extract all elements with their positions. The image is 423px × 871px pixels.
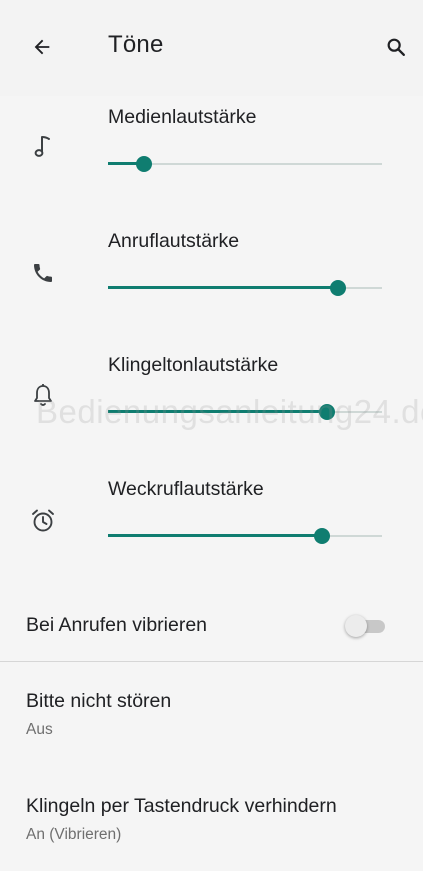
volume-label-call: Anruflautstärke (108, 230, 240, 252)
volume-row-alarm: Weckruflautstärke (0, 472, 423, 582)
do-not-disturb-status: Aus (26, 721, 53, 738)
back-button[interactable] (22, 30, 62, 64)
alarm-volume-slider[interactable] (108, 524, 382, 548)
do-not-disturb-title: Bitte nicht stören (26, 690, 172, 712)
prevent-ringing-title: Klingeln per Tastendruck verhindern (26, 795, 337, 817)
slider-fill (108, 410, 328, 413)
volume-label-alarm: Weckruflautstärke (108, 478, 264, 500)
volume-label-media: Medienlautstärke (108, 106, 257, 128)
bell-icon (26, 378, 60, 412)
prevent-ringing-status: An (Vibrieren) (26, 826, 122, 843)
arrow-back-icon (34, 39, 50, 55)
prevent-ringing-item[interactable]: Klingeln per Tastendruck verhindern An (… (0, 795, 423, 871)
slider-thumb[interactable] (330, 280, 347, 296)
vibrate-on-call-label: Bei Anrufen vibrieren (26, 614, 208, 636)
slider-fill (108, 286, 339, 289)
phone-icon (26, 256, 60, 290)
volume-row-call: Anruflautstärke (0, 224, 423, 334)
do-not-disturb-item[interactable]: Bitte nicht stören Aus (0, 690, 423, 766)
vibrate-on-call-switch[interactable] (345, 615, 389, 637)
media-volume-slider[interactable] (108, 152, 382, 176)
music-note-icon (26, 130, 60, 164)
slider-thumb[interactable] (319, 404, 336, 420)
divider (0, 661, 423, 662)
volume-row-media: Medienlautstärke (0, 100, 423, 210)
switch-knob (345, 615, 367, 637)
search-button[interactable] (378, 30, 414, 64)
slider-thumb[interactable] (135, 156, 152, 172)
volume-label-ringtone: Klingeltonlautstärke (108, 354, 279, 376)
volume-row-ringtone: Klingeltonlautstärke (0, 348, 423, 458)
page-title: Töne (108, 31, 164, 58)
slider-fill (108, 534, 322, 537)
slider-thumb[interactable] (313, 528, 330, 544)
ringtone-volume-slider[interactable] (108, 400, 382, 424)
alarm-clock-icon (26, 504, 60, 538)
call-volume-slider[interactable] (108, 276, 382, 300)
search-icon (387, 38, 405, 56)
app-bar: Töne (0, 0, 423, 96)
vibrate-on-call-row[interactable]: Bei Anrufen vibrieren (0, 594, 423, 656)
